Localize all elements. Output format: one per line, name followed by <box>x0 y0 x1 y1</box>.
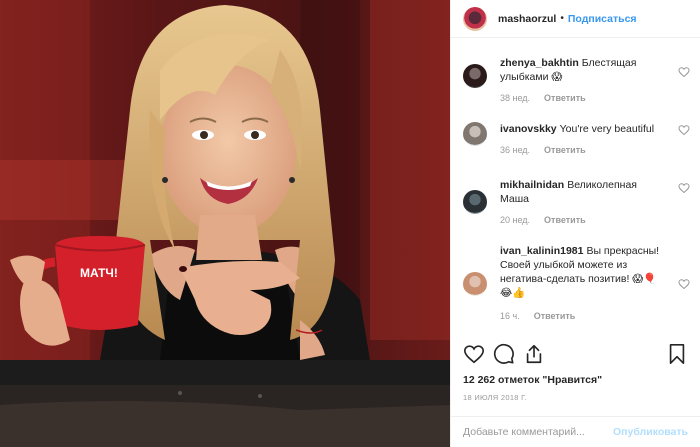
like-comment-heart-icon[interactable] <box>678 182 690 194</box>
commenter-avatar[interactable] <box>463 190 487 214</box>
comment-body: zhenya_bakhtin Блестящая улыбками 😱 <box>500 56 668 84</box>
photo-illustration: МАТЧ! <box>0 0 450 447</box>
publish-button[interactable]: Опубликовать <box>613 426 688 438</box>
comment-item: ivanovskky You're very beautiful 36 нед. … <box>463 122 690 155</box>
share-icon[interactable] <box>523 343 545 365</box>
post-photo[interactable]: МАТЧ! <box>0 0 450 447</box>
add-comment-bar: Опубликовать <box>451 416 700 447</box>
reply-button[interactable]: Ответить <box>544 93 586 103</box>
header-separator: • <box>560 13 564 24</box>
owner-username[interactable]: mashaorzul <box>498 13 556 25</box>
like-comment-heart-icon[interactable] <box>678 278 690 290</box>
comment-username[interactable]: ivan_kalinin1981 <box>500 245 583 257</box>
owner-avatar[interactable] <box>463 6 487 31</box>
post-date[interactable]: 18 ИЮЛЯ 2018 Г. <box>463 393 527 402</box>
comment-username[interactable]: zhenya_bakhtin <box>500 57 579 69</box>
comment-item: ivan_kalinin1981 Вы прекрасны! Своей улыб… <box>463 240 690 321</box>
commenter-avatar[interactable] <box>463 272 487 296</box>
instagram-post-view: МАТЧ! mashaorzul • Подписаться zhenya_ba… <box>0 0 700 447</box>
comment-meta: 16 ч. Ответить <box>500 311 690 321</box>
comments-list[interactable]: zhenya_bakhtin Блестящая улыбками 😱 38 не… <box>451 38 700 336</box>
reply-button[interactable]: Ответить <box>544 215 586 225</box>
follow-button[interactable]: Подписаться <box>568 13 637 25</box>
comment-username[interactable]: mikhailnidan <box>500 179 564 191</box>
likes-count[interactable]: 12 262 отметок "Нравится" <box>463 374 602 386</box>
comment-time[interactable]: 16 ч. <box>500 311 520 321</box>
post-action-bar <box>463 343 688 369</box>
comment-username[interactable]: ivanovskky <box>500 123 557 135</box>
comment-input[interactable] <box>463 426 614 438</box>
bookmark-icon[interactable] <box>666 343 688 365</box>
heart-icon[interactable] <box>463 343 485 365</box>
like-comment-heart-icon[interactable] <box>678 124 690 136</box>
reply-button[interactable]: Ответить <box>534 311 576 321</box>
reply-button[interactable]: Ответить <box>544 145 586 155</box>
commenter-avatar[interactable] <box>463 64 487 88</box>
comment-body: mikhailnidan Великолепная Маша <box>500 178 668 206</box>
comment-text: You're very beautiful <box>559 123 655 135</box>
comment-item: zhenya_bakhtin Блестящая улыбками 😱 38 не… <box>463 56 690 103</box>
comment-icon[interactable] <box>493 343 515 365</box>
comment-item: mikhailnidan Великолепная Маша 20 нед. От… <box>463 174 690 225</box>
commenter-avatar[interactable] <box>463 122 487 146</box>
post-side-panel: mashaorzul • Подписаться zhenya_bakhtin Б… <box>450 0 700 447</box>
comment-time[interactable]: 38 нед. <box>500 93 530 103</box>
comment-time[interactable]: 20 нед. <box>500 215 530 225</box>
post-header: mashaorzul • Подписаться <box>451 0 700 38</box>
comment-meta: 36 нед. Ответить <box>500 145 690 155</box>
comment-meta: 20 нед. Ответить <box>500 215 690 225</box>
mug-logo: МАТЧ! <box>80 266 118 280</box>
comment-body: ivan_kalinin1981 Вы прекрасны! Своей улыб… <box>500 244 668 300</box>
comment-time[interactable]: 36 нед. <box>500 145 530 155</box>
like-comment-heart-icon[interactable] <box>678 66 690 78</box>
comment-body: ivanovskky You're very beautiful <box>500 122 668 136</box>
comment-meta: 38 нед. Ответить <box>500 93 690 103</box>
